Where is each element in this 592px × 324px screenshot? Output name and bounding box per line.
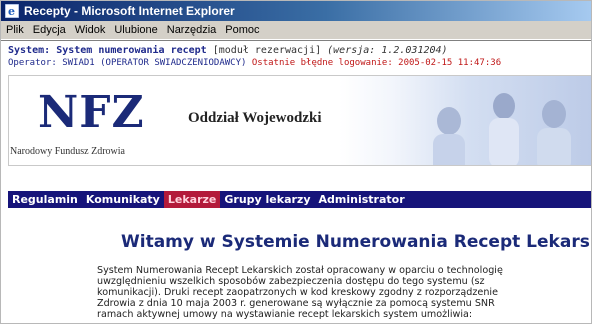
nfz-logo: NFZ xyxy=(38,87,145,138)
intro-line: ramach aktywnej umowy na wystawianie rec… xyxy=(97,309,473,320)
internet-explorer-icon: e xyxy=(5,4,19,18)
nav-komunikaty[interactable]: Komunikaty xyxy=(82,191,164,208)
intro-line: uwzględnieniu wszelkich sposobów zabezpi… xyxy=(97,276,485,287)
page-content: System: System numerowania recept [moduł… xyxy=(1,40,592,323)
doctors-photo-silhouettes xyxy=(433,93,571,165)
menu-file[interactable]: Plik xyxy=(6,24,24,36)
system-module: [moduł rezerwacji] xyxy=(212,45,322,56)
menu-favorites[interactable]: Ulubione xyxy=(114,24,157,36)
branch-name: Oddział Wojewodzki xyxy=(188,110,322,126)
svg-text:e: e xyxy=(8,5,15,18)
menu-tools[interactable]: Narzędzia xyxy=(167,24,217,36)
title-bar[interactable]: e Recepty - Microsoft Internet Explorer xyxy=(1,1,591,21)
last-login-notice: Ostatnie błędne logowanie: 2005-02-15 11… xyxy=(251,58,502,68)
main-navigation: Regulamin Komunikaty Lekarze Grupy lekar… xyxy=(8,191,591,208)
system-label: System: xyxy=(8,45,51,56)
nav-grupy-lekarzy[interactable]: Grupy lekarzy xyxy=(220,191,314,208)
operator-info-line: Operator: SWIAD1 (OPERATOR SWIADCZENIODA… xyxy=(8,58,501,68)
menu-edit[interactable]: Edycja xyxy=(33,24,66,36)
doctors-photo xyxy=(339,76,591,165)
operator-name: SWIAD1 (OPERATOR SWIADCZENIODAWCY) xyxy=(62,58,247,68)
intro-text: System Numerowania Recept Lekarskich zos… xyxy=(97,265,591,320)
operator-label: Operator: xyxy=(8,58,57,68)
intro-line: System Numerowania Recept Lekarskich zos… xyxy=(97,265,503,276)
system-name: System numerowania recept xyxy=(56,45,207,56)
nav-regulamin[interactable]: Regulamin xyxy=(8,191,82,208)
menu-view[interactable]: Widok xyxy=(75,24,106,36)
intro-line: komunikacji). Druki recept zaopatrzonych… xyxy=(97,287,498,298)
header-banner: NFZ Narodowy Fundusz Zdrowia Oddział Woj… xyxy=(8,75,591,166)
window-title: Recepty - Microsoft Internet Explorer xyxy=(24,4,235,18)
browser-window: e Recepty - Microsoft Internet Explorer … xyxy=(0,0,592,324)
org-name: Narodowy Fundusz Zdrowia xyxy=(10,146,125,157)
menu-help[interactable]: Pomoc xyxy=(225,24,259,36)
system-info-line: System: System numerowania recept [moduł… xyxy=(8,45,448,56)
system-version: (wersja: 1.2.031204) xyxy=(327,45,448,56)
menu-bar: Plik Edycja Widok Ulubione Narzędzia Pom… xyxy=(1,21,591,40)
welcome-heading: Witamy w Systemie Numerowania Recept Lek… xyxy=(121,232,592,252)
intro-line: Zdrowia z dnia 10 maja 2003 r. generowan… xyxy=(97,298,495,309)
nav-administrator[interactable]: Administrator xyxy=(315,191,409,208)
nav-lekarze[interactable]: Lekarze xyxy=(163,191,221,208)
